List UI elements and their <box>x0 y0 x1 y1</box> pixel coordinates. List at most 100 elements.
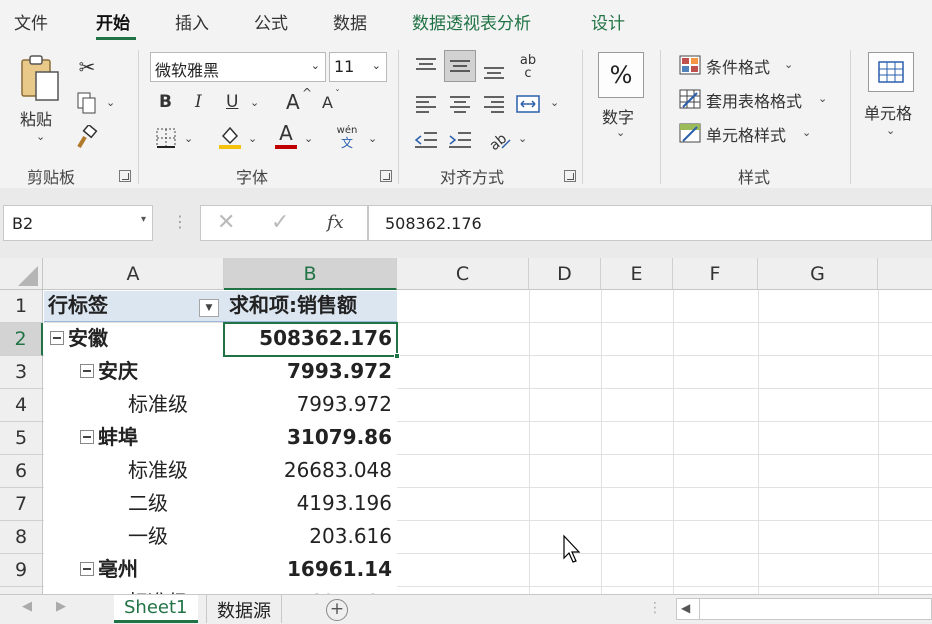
wrap-text-icon[interactable]: ab c <box>514 52 542 82</box>
cell-styles-label[interactable]: 单元格样式 <box>706 122 786 146</box>
column-header-g[interactable]: G <box>758 258 878 290</box>
format-as-table-icon[interactable] <box>678 88 702 110</box>
formula-input[interactable]: 508362.176 <box>368 205 932 241</box>
pivot-row-value[interactable]: 203.616 <box>309 520 392 553</box>
format-as-table-label[interactable]: 套用表格格式 <box>706 88 802 112</box>
row-header-4[interactable]: 4 <box>0 389 43 422</box>
insert-function-icon[interactable]: fx <box>327 212 344 233</box>
underline-button[interactable]: U <box>226 92 238 112</box>
collapse-icon[interactable] <box>80 363 94 378</box>
increase-indent-icon[interactable] <box>446 126 474 154</box>
cells-label[interactable]: 单元格 <box>864 100 912 124</box>
pivot-row-label[interactable]: 二级 <box>128 487 168 520</box>
underline-dropdown-icon[interactable]: ⌄ <box>250 96 259 109</box>
pivot-row-label[interactable]: 蚌埠 <box>80 421 138 454</box>
scroll-left-icon[interactable]: ◀ <box>22 599 32 614</box>
pivot-row-label[interactable]: 安徽 <box>50 322 108 355</box>
borders-dropdown-icon[interactable]: ⌄ <box>184 132 193 145</box>
pivot-row-value[interactable]: 16961.14 <box>287 553 392 586</box>
collapse-icon[interactable] <box>80 429 94 444</box>
orientation-dropdown-icon[interactable]: ⌄ <box>518 132 527 145</box>
font-color-icon[interactable]: A <box>274 122 298 150</box>
italic-button[interactable]: I <box>195 92 202 112</box>
format-painter-icon[interactable] <box>74 124 100 150</box>
paste-label[interactable]: 粘贴 <box>20 106 52 130</box>
align-middle-icon[interactable] <box>444 50 476 82</box>
tab-file[interactable]: 文件 <box>14 9 48 34</box>
pivot-row-value[interactable]: 7993.972 <box>287 355 392 388</box>
align-center-icon[interactable] <box>446 90 474 118</box>
pivot-row-label[interactable]: 标准级 <box>128 454 188 487</box>
tab-home[interactable]: 开始 <box>96 9 130 34</box>
add-sheet-icon[interactable]: + <box>326 599 348 621</box>
align-top-icon[interactable] <box>412 52 440 80</box>
shrink-font-button[interactable]: A <box>322 93 333 112</box>
paste-icon[interactable] <box>18 54 64 104</box>
cells-dropdown-icon[interactable]: ⌄ <box>886 124 895 137</box>
cells-icon[interactable] <box>868 52 914 92</box>
cancel-icon[interactable]: ✕ <box>217 210 235 235</box>
pivot-row-label[interactable]: 标准级 <box>128 586 188 594</box>
conditional-dropdown-icon[interactable]: ⌄ <box>784 58 793 71</box>
pivot-row-label[interactable]: 标准级 <box>128 388 188 421</box>
cut-icon[interactable]: ✂ <box>76 54 98 80</box>
column-header-a[interactable]: A <box>43 258 224 290</box>
chevron-down-icon[interactable]: ⌄ <box>311 59 320 72</box>
decrease-indent-icon[interactable] <box>412 126 440 154</box>
fill-color-icon[interactable] <box>218 124 242 150</box>
clipboard-launcher-icon[interactable] <box>119 170 131 182</box>
row-header-10[interactable]: 10 <box>0 587 43 594</box>
row-header-1[interactable]: 1 <box>0 290 43 323</box>
align-bottom-icon[interactable] <box>480 56 508 84</box>
name-box-dropdown-icon[interactable]: ▾ <box>141 214 146 225</box>
pivot-row-value[interactable]: 7993.972 <box>297 388 392 421</box>
pivot-row-labels-header[interactable]: 行标签 <box>48 289 108 322</box>
font-name-combo[interactable]: 微软雅黑 ⌄ <box>150 52 326 82</box>
column-header-b[interactable]: B <box>224 258 397 290</box>
font-launcher-icon[interactable] <box>380 170 392 182</box>
tab-insert[interactable]: 插入 <box>175 9 209 34</box>
column-header-f[interactable]: F <box>673 258 758 290</box>
borders-icon[interactable] <box>154 126 178 150</box>
align-left-icon[interactable] <box>412 90 440 118</box>
horizontal-scrollbar[interactable]: ◀ <box>676 598 932 620</box>
select-all-corner[interactable] <box>0 258 43 290</box>
font-color-dropdown-icon[interactable]: ⌄ <box>304 132 313 145</box>
phonetic-guide-icon[interactable]: wén 文 <box>334 124 360 150</box>
pivot-row-value[interactable]: 26683.048 <box>284 454 392 487</box>
font-size-combo[interactable]: 11 ⌄ <box>329 52 387 82</box>
scroll-right-icon[interactable]: ▶ <box>56 599 66 614</box>
copy-icon[interactable] <box>74 90 100 116</box>
row-header-3[interactable]: 3 <box>0 356 43 389</box>
grow-font-button[interactable]: A <box>286 90 300 114</box>
scroll-left-arrow-icon[interactable]: ◀ <box>681 601 690 615</box>
paste-dropdown-icon[interactable]: ⌄ <box>36 130 45 143</box>
pivot-row-value[interactable]: 6054.84 <box>309 586 392 594</box>
pivot-row-label[interactable]: 一级 <box>128 520 168 553</box>
alignment-launcher-icon[interactable] <box>564 170 576 182</box>
pivot-values-header[interactable]: 求和项:销售额 <box>229 289 357 322</box>
row-header-7[interactable]: 7 <box>0 488 43 521</box>
row-header-9[interactable]: 9 <box>0 554 43 587</box>
filter-dropdown-icon[interactable]: ▼ <box>199 299 219 317</box>
name-box[interactable]: B2 ▾ <box>3 205 153 241</box>
tab-data[interactable]: 数据 <box>333 9 367 34</box>
column-header-c[interactable]: C <box>397 258 529 290</box>
tab-formulas[interactable]: 公式 <box>254 9 288 34</box>
phonetic-dropdown-icon[interactable]: ⌄ <box>368 132 377 145</box>
number-dropdown-icon[interactable]: ⌄ <box>616 126 625 139</box>
row-header-8[interactable]: 8 <box>0 521 43 554</box>
collapse-icon[interactable] <box>50 330 64 345</box>
orientation-icon[interactable]: ab <box>484 124 514 154</box>
conditional-formatting-label[interactable]: 条件格式 <box>706 54 770 78</box>
column-header-d[interactable]: D <box>529 258 601 290</box>
pivot-row-label[interactable]: 安庆 <box>80 355 138 388</box>
sheet-tab-sheet1[interactable]: Sheet1 <box>114 595 198 623</box>
number-label[interactable]: 数字 <box>602 104 634 128</box>
sheet-tab-data-source[interactable]: 数据源 <box>206 595 282 623</box>
fill-handle[interactable] <box>394 353 400 359</box>
pivot-row-value[interactable]: 31079.86 <box>287 421 392 454</box>
copy-dropdown-icon[interactable]: ⌄ <box>106 96 115 109</box>
collapse-icon[interactable] <box>80 561 94 576</box>
tab-pivottable-analyze[interactable]: 数据透视表分析 <box>412 9 531 34</box>
